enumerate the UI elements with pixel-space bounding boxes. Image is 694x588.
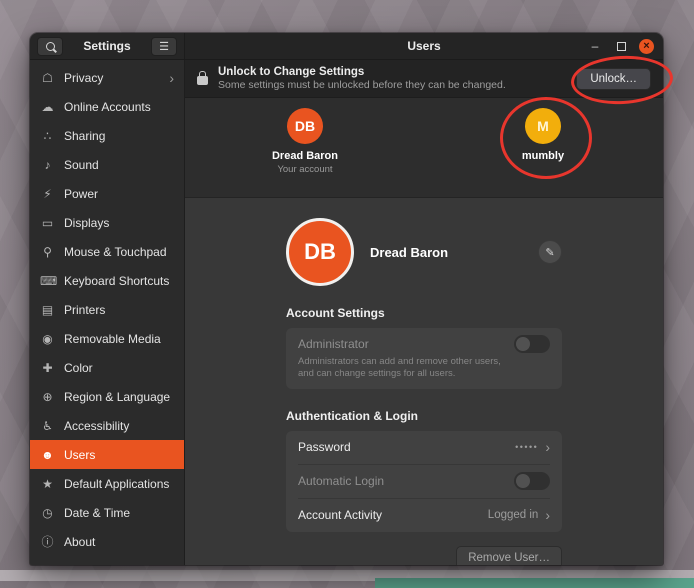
carousel-user-subtitle: Your account [277,164,332,175]
color-icon: ✚ [40,361,55,375]
wallpaper-green-band [375,578,694,588]
administrator-card: Administrator Administrators can add and… [286,328,562,389]
sidebar-item-displays[interactable]: ▭ Displays [30,208,184,237]
password-row[interactable]: Password ••••• › [298,431,550,464]
sidebar-item-about[interactable]: ⓘ About [30,527,184,556]
carousel-user-name: Dread Baron [272,150,338,162]
authentication-header: Authentication & Login [286,409,562,423]
keyboard-icon: ⌨ [40,274,55,288]
account-activity-label: Account Activity [298,508,382,522]
app-title: Settings [83,39,130,53]
sidebar: ☖ Privacy › ☁ Online Accounts ∴ Sharing … [30,60,185,565]
sidebar-item-color[interactable]: ✚ Color [30,353,184,382]
sidebar-item-keyboard-shortcuts[interactable]: ⌨ Keyboard Shortcuts [30,266,184,295]
password-label: Password [298,440,351,454]
sidebar-item-power[interactable]: ⚡ Power [30,179,184,208]
accessibility-icon: ♿ [40,419,55,433]
carousel-user-dread-baron[interactable]: DB Dread Baron Your account [260,108,350,175]
star-icon: ★ [40,477,55,491]
lock-icon [197,76,208,85]
menu-button[interactable]: ☰ [151,37,177,56]
search-button[interactable] [37,37,63,56]
sidebar-item-sound[interactable]: ♪ Sound [30,150,184,179]
globe-icon: ⊕ [40,390,55,404]
removable-media-icon: ◉ [40,332,55,346]
automatic-login-label: Automatic Login [298,474,384,488]
administrator-description: Administrators can add and remove other … [298,356,510,381]
account-activity-value: Logged in [488,509,539,521]
mouse-icon: ⚲ [40,245,55,259]
unlock-banner: Unlock to Change Settings Some settings … [185,60,663,98]
sidebar-item-removable-media[interactable]: ◉ Removable Media [30,324,184,353]
sidebar-item-online-accounts[interactable]: ☁ Online Accounts [30,92,184,121]
account-activity-row[interactable]: Account Activity Logged in › [298,498,550,532]
administrator-label: Administrator [298,337,369,351]
page-title: Users [407,39,440,53]
sidebar-item-accessibility[interactable]: ♿ Accessibility [30,411,184,440]
unlock-text: Unlock to Change Settings Some settings … [218,66,506,91]
privacy-icon: ☖ [40,71,55,85]
titlebar-sidebar-section: Settings ☰ [30,33,185,60]
clock-icon: ◷ [40,506,55,520]
close-icon: × [643,40,649,52]
maximize-button[interactable] [613,38,629,54]
chevron-right-icon: › [545,440,550,454]
authentication-card: Password ••••• › Automatic Login [286,431,562,532]
online-accounts-icon: ☁ [40,100,55,114]
sidebar-item-privacy[interactable]: ☖ Privacy › [30,63,184,92]
unlock-subtitle: Some settings must be unlocked before th… [218,79,506,91]
toggle-knob [516,337,530,351]
avatar-dread-baron: DB [287,108,323,144]
sidebar-item-date-time[interactable]: ◷ Date & Time [30,498,184,527]
profile-header: DB Dread Baron ✎ [286,218,562,286]
sidebar-item-mouse-touchpad[interactable]: ⚲ Mouse & Touchpad [30,237,184,266]
settings-window: Settings ☰ Users – × [30,33,663,565]
minimize-button[interactable]: – [587,38,603,54]
chevron-right-icon: › [545,508,550,522]
user-carousel: DB Dread Baron Your account M mumbly [185,98,663,198]
toggle-knob [516,474,530,488]
pencil-icon: ✎ [545,246,554,259]
search-icon [46,42,55,51]
unlock-title: Unlock to Change Settings [218,66,506,78]
printer-icon: ▤ [40,303,55,317]
power-icon: ⚡ [40,187,55,201]
chevron-right-icon: › [169,71,174,85]
profile-name: Dread Baron [370,245,538,260]
hamburger-icon: ☰ [159,40,169,53]
remove-user-button[interactable]: Remove User… [456,546,562,565]
desktop-background: Settings ☰ Users – × [0,0,694,588]
account-settings-header: Account Settings [286,306,562,320]
edit-name-button[interactable]: ✎ [538,240,562,264]
automatic-login-toggle[interactable] [514,472,550,490]
info-icon: ⓘ [40,533,55,550]
sound-icon: ♪ [40,158,55,172]
users-panel: Unlock to Change Settings Some settings … [185,60,663,565]
window-controls: – × [587,33,654,59]
automatic-login-row: Automatic Login [298,464,550,498]
avatar-mumbly: M [525,108,561,144]
administrator-toggle[interactable] [514,335,550,353]
titlebar: Settings ☰ Users – × [30,33,663,60]
sidebar-item-sharing[interactable]: ∴ Sharing [30,121,184,150]
carousel-user-mumbly[interactable]: M mumbly [498,108,588,162]
users-icon: ☻ [40,448,55,462]
displays-icon: ▭ [40,216,55,230]
minimize-icon: – [592,39,599,53]
password-value: ••••• [515,442,538,452]
sharing-icon: ∴ [40,129,55,143]
unlock-button[interactable]: Unlock… [576,68,651,90]
maximize-icon [617,42,626,51]
close-button[interactable]: × [639,39,654,54]
user-details: DB Dread Baron ✎ Account Settings Admini… [185,198,663,565]
sidebar-item-printers[interactable]: ▤ Printers [30,295,184,324]
sidebar-item-users[interactable]: ☻ Users [30,440,184,469]
sidebar-item-region-language[interactable]: ⊕ Region & Language [30,382,184,411]
sidebar-item-default-applications[interactable]: ★ Default Applications [30,469,184,498]
profile-avatar[interactable]: DB [286,218,354,286]
carousel-user-name: mumbly [522,150,564,162]
titlebar-main-section: Users – × [185,33,663,60]
